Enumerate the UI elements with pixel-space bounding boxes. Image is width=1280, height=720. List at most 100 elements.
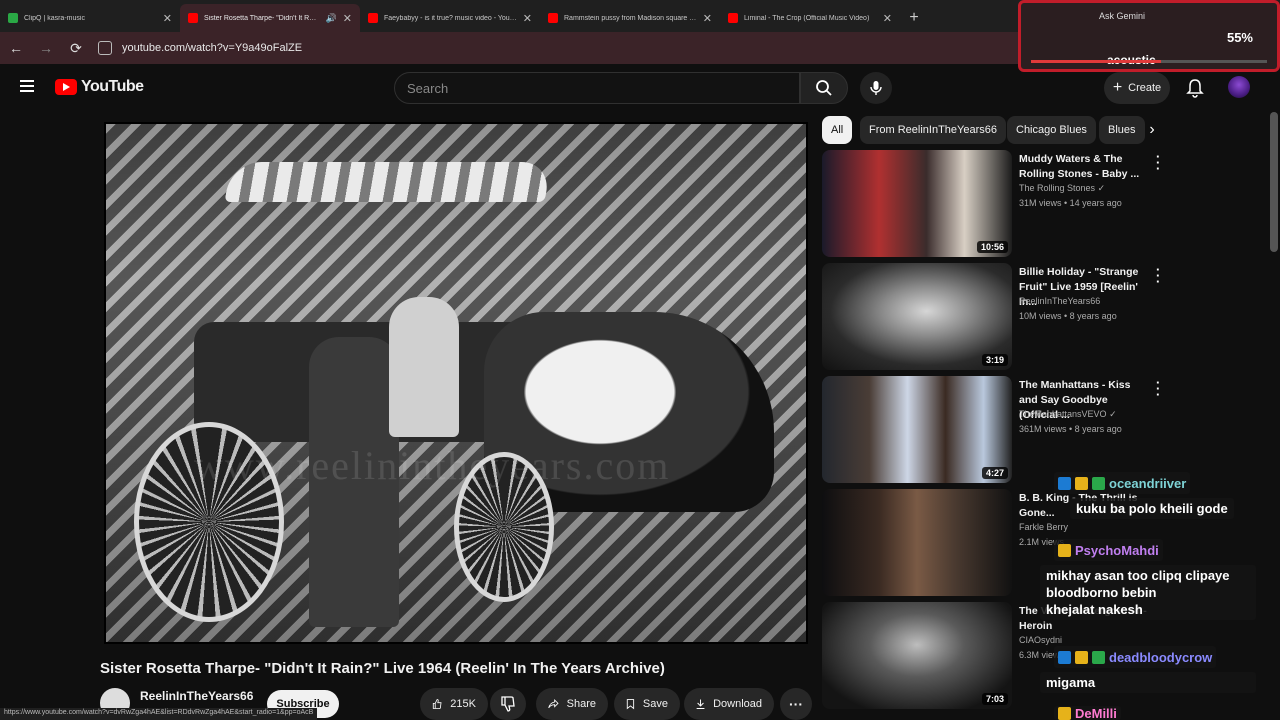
number-badge-icon (1075, 476, 1088, 490)
search-placeholder: Search (407, 80, 449, 96)
like-button[interactable]: 215K (420, 688, 488, 720)
chat-user-name: PsychoMahdi (1075, 542, 1159, 558)
channel-name[interactable]: ReelinInTheYears66 (140, 689, 253, 703)
close-icon[interactable]: ✕ (703, 12, 712, 25)
recommendation-channel[interactable]: Farkle Berry (1019, 522, 1068, 532)
download-label: Download (713, 698, 762, 710)
verified-icon: ✓ (1109, 409, 1117, 419)
create-button[interactable]: + Create (1104, 72, 1170, 104)
download-button[interactable]: Download (684, 688, 774, 720)
share-icon (548, 698, 559, 709)
account-avatar[interactable] (1228, 76, 1250, 98)
youtube-header: YouTube Search + Create (0, 64, 1280, 112)
chat-username: oceandriiver (1054, 472, 1191, 494)
ask-gemini-button[interactable]: Ask Gemini (1099, 11, 1145, 21)
download-icon (696, 699, 705, 710)
video-thumbnail[interactable]: 7:03 (822, 602, 1012, 709)
speaker-icon[interactable]: 🔊 (326, 13, 337, 24)
dislike-button[interactable] (490, 688, 526, 720)
browser-tab-active[interactable]: Sister Rosetta Tharpe- "Didn't It Rain?"… (180, 4, 360, 32)
browser-tab[interactable]: Faeybabyy - is it true? music video - Yo… (360, 4, 540, 32)
chat-user-name: DeMilli (1075, 706, 1117, 720)
recommendation-item[interactable]: 3:19 Billie Holiday - "Strange Fruit" Li… (822, 263, 1162, 371)
tab-title: Faeybabyy - is it true? music video - Yo… (384, 14, 517, 22)
browser-tab[interactable]: Liminal - The Crop (Official Music Video… (720, 4, 900, 32)
tab-title: Liminal - The Crop (Official Music Video… (744, 14, 870, 22)
voice-search-button[interactable] (860, 72, 892, 104)
save-button[interactable]: Save (614, 688, 680, 720)
filter-chips: All From ReelinInTheYears66 Chicago Blue… (822, 116, 1162, 144)
microphone-icon (870, 81, 882, 95)
more-vert-icon[interactable]: · · · (1156, 263, 1160, 288)
video-thumbnail[interactable]: 4:27 (822, 376, 1012, 483)
like-count: 215K (450, 698, 476, 710)
youtube-favicon-icon (728, 13, 738, 23)
notifications-button[interactable] (1186, 78, 1204, 103)
recommendation-meta: 31M views • 14 years ago (1019, 198, 1122, 208)
duration-badge: 3:19 (981, 354, 1008, 366)
more-actions-button[interactable]: ··· (780, 688, 812, 720)
chevron-right-icon[interactable]: › (1140, 118, 1164, 142)
url-field[interactable]: youtube.com/watch?v=Y9a49oFalZE (98, 41, 302, 55)
search-button[interactable] (800, 72, 848, 104)
logo-text: YouTube (81, 78, 144, 95)
more-horizontal-icon: ··· (789, 696, 803, 712)
search-input[interactable]: Search (394, 72, 800, 104)
chip-from-channel[interactable]: From ReelinInTheYears66 (860, 116, 1006, 144)
youtube-play-icon (55, 79, 77, 95)
share-button[interactable]: Share (536, 688, 608, 720)
scrollbar-thumb[interactable] (1270, 112, 1278, 252)
thumbs-down-icon (501, 696, 515, 712)
browser-tab[interactable]: ClipQ | kasra-music ✕ (0, 4, 180, 32)
back-button[interactable]: ← (8, 40, 24, 56)
more-vert-icon[interactable]: · · · (1156, 150, 1160, 175)
reload-button[interactable]: ⟳ (68, 40, 84, 57)
youtube-logo[interactable]: YouTube (55, 78, 144, 96)
plus-icon: + (1112, 79, 1123, 96)
chat-message: kuku ba polo kheili gode (1070, 498, 1234, 519)
video-watermark: www.reelinintheyears.com (194, 443, 671, 488)
chip-all[interactable]: All (822, 116, 853, 144)
overlay-progress-fill (1031, 60, 1161, 63)
video-title: Sister Rosetta Tharpe- "Didn't It Rain?"… (100, 660, 665, 677)
recommendation-item[interactable]: 10:56 Muddy Waters & The Rolling Stones … (822, 150, 1162, 258)
recommendation-channel[interactable]: CIAOsydni (1019, 635, 1062, 645)
video-thumbnail[interactable] (822, 489, 1012, 596)
chip-chicago-blues[interactable]: Chicago Blues (1007, 116, 1096, 144)
recommendation-channel[interactable]: TheManhattansVEVO ✓ (1019, 409, 1117, 420)
carriage-canopy (224, 162, 552, 202)
forward-button[interactable]: → (38, 40, 54, 56)
close-icon[interactable]: ✕ (523, 12, 532, 25)
close-icon[interactable]: ✕ (163, 12, 172, 25)
thumbs-up-icon (432, 699, 442, 709)
menu-icon[interactable] (20, 80, 34, 92)
chat-message: mikhay asan too clipq clipaye bloodborno… (1040, 565, 1256, 620)
new-tab-button[interactable]: + (900, 4, 928, 32)
person-figure (389, 297, 459, 437)
create-label: Create (1128, 82, 1162, 94)
chip-blues[interactable]: Blues (1099, 116, 1145, 144)
recommendation-title[interactable]: Muddy Waters & The Rolling Stones - Baby… (1019, 152, 1149, 182)
recommendation-item[interactable]: 4:27 The Manhattans - Kiss and Say Goodb… (822, 376, 1162, 484)
number-badge-icon (1075, 650, 1088, 664)
video-thumbnail[interactable]: 10:56 (822, 150, 1012, 257)
duration-badge: 10:56 (976, 241, 1008, 253)
status-bar-url: https://www.youtube.com/watch?v=dvRwZga4… (0, 708, 318, 720)
tab-title: ClipQ | kasra-music (24, 14, 85, 22)
recommendation-channel[interactable]: The Rolling Stones ✓ (1019, 183, 1105, 194)
tab-title: Sister Rosetta Tharpe- "Didn't It Rain?"… (204, 14, 320, 22)
more-vert-icon[interactable]: · · · (1156, 376, 1160, 401)
prime-badge-icon (1058, 476, 1071, 490)
browser-tab[interactable]: Rammstein pussy from Madison square gard… (540, 4, 720, 32)
overlay-progress-bar (1031, 60, 1267, 63)
recommendation-meta: 361M views • 8 years ago (1019, 424, 1122, 434)
chat-user-name: oceandriiver (1109, 475, 1187, 491)
save-label: Save (642, 698, 668, 710)
site-info-icon[interactable] (98, 41, 112, 55)
close-icon[interactable]: ✕ (883, 12, 892, 25)
recommendation-channel[interactable]: ReelinInTheYears66 (1019, 296, 1100, 306)
video-thumbnail[interactable]: 3:19 (822, 263, 1012, 370)
close-icon[interactable]: ✕ (343, 12, 352, 25)
video-player[interactable]: www.reelinintheyears.com (104, 122, 808, 644)
chat-username: DeMilli (1054, 706, 1121, 720)
